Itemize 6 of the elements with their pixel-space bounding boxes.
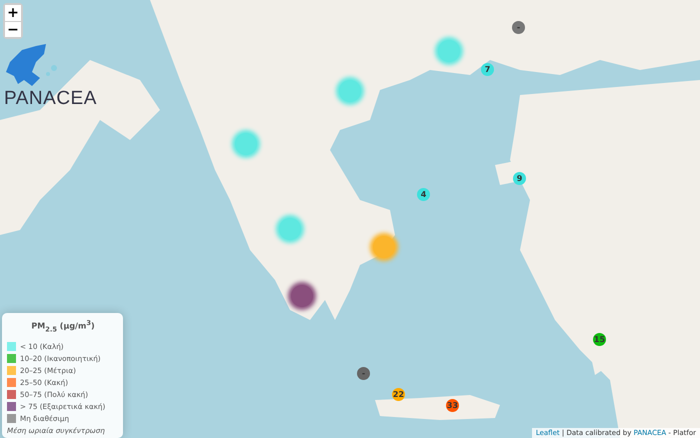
logo-text: PANACEA	[4, 88, 97, 110]
value-marker[interactable]: 4	[417, 188, 430, 201]
value-marker[interactable]: 22	[392, 388, 405, 401]
legend-title: PM$_{2.5}$ (μg/m$^{3}$)	[30, 318, 96, 333]
value-marker[interactable]: 7	[481, 63, 494, 76]
zoom-out-button[interactable]: −	[5, 21, 21, 37]
